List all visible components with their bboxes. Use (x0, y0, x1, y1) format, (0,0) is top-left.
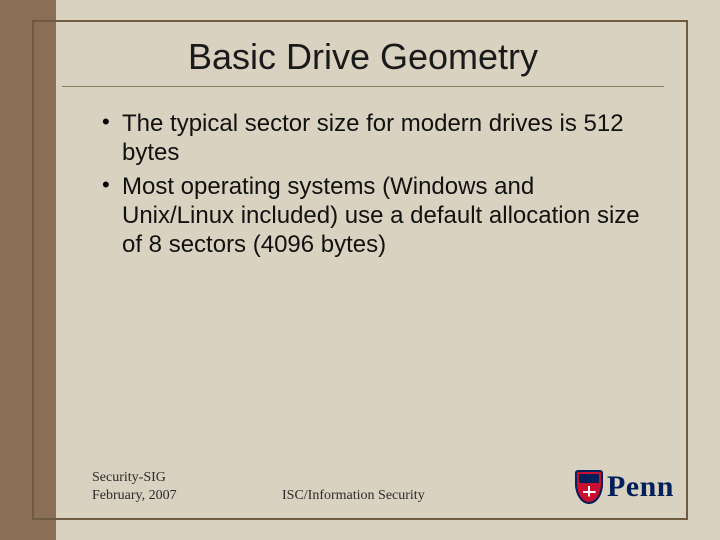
bullet-list: The typical sector size for modern drive… (102, 109, 674, 259)
footer-right: Penn (529, 470, 674, 504)
footer-date: February, 2007 (92, 487, 272, 505)
slide-footer: Security-SIG February, 2007 ISC/Informat… (92, 469, 674, 504)
title-underline (62, 86, 664, 87)
penn-shield-icon (575, 470, 603, 504)
penn-wordmark: Penn (607, 470, 674, 504)
footer-center: ISC/Information Security (272, 488, 529, 504)
slide: Basic Drive Geometry The typical sector … (0, 0, 720, 540)
list-item: Most operating systems (Windows and Unix… (102, 172, 644, 260)
penn-logo: Penn (575, 470, 674, 504)
footer-left: Security-SIG February, 2007 (92, 469, 272, 504)
list-item: The typical sector size for modern drive… (102, 109, 644, 168)
slide-title: Basic Drive Geometry (52, 36, 674, 78)
footer-org: Security-SIG (92, 469, 272, 487)
